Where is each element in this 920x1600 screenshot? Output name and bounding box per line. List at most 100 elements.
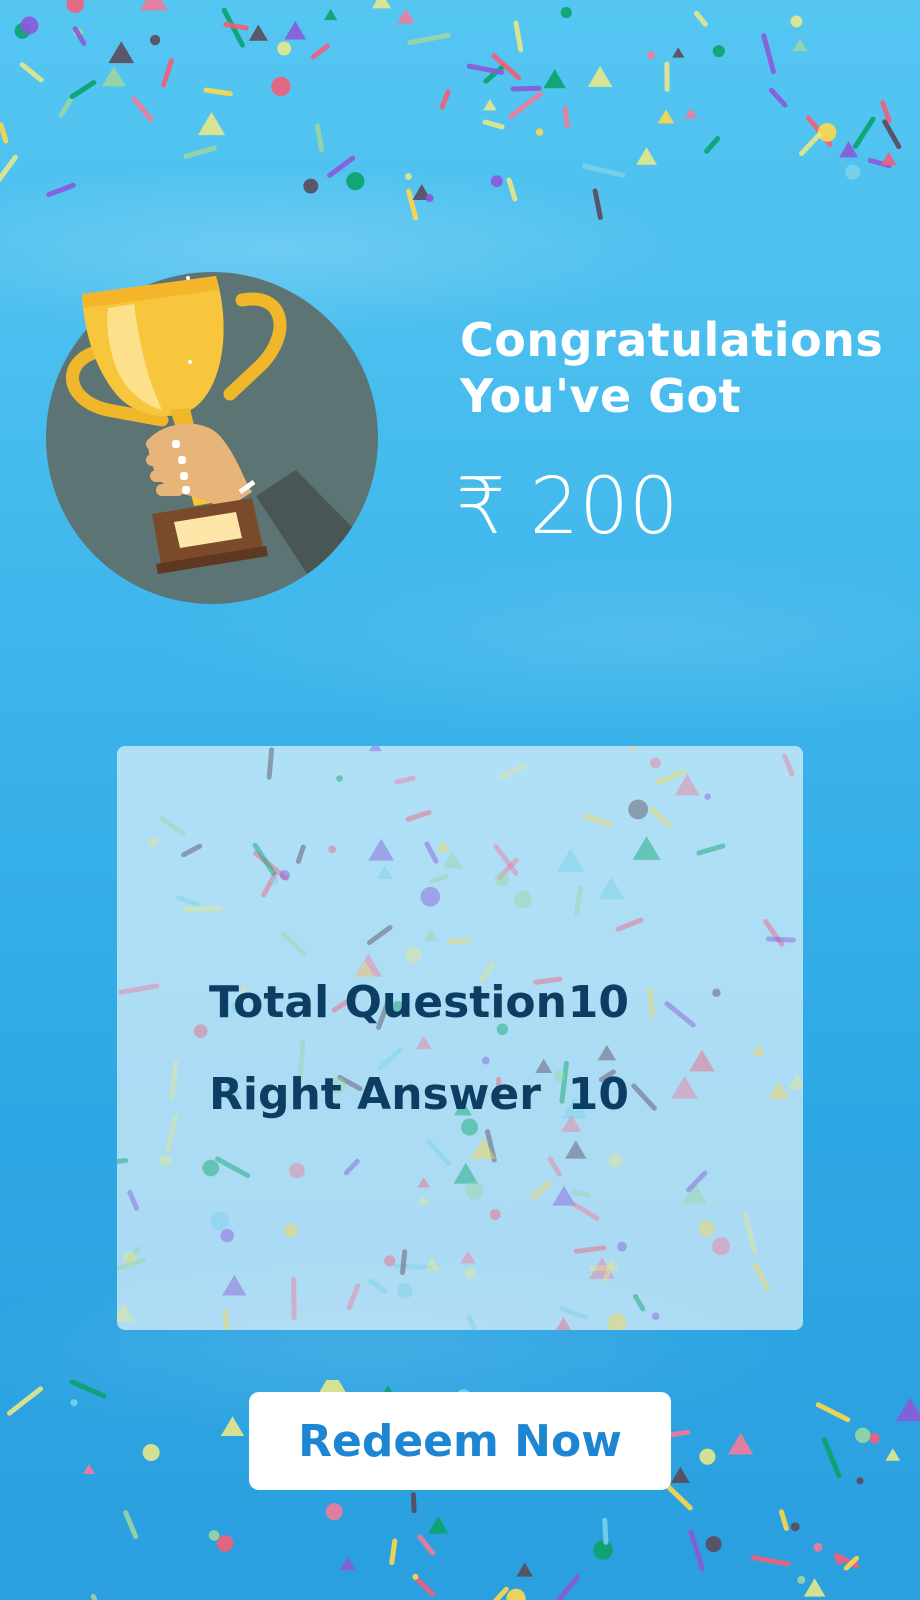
trophy-icon	[44, 270, 380, 606]
confetti-piece	[102, 66, 126, 87]
confetti-piece	[327, 155, 356, 178]
confetti-piece	[698, 1220, 715, 1237]
confetti-piece	[833, 1552, 860, 1569]
confetti-piece	[279, 869, 291, 881]
confetti-piece	[543, 69, 566, 89]
confetti-piece	[203, 87, 233, 97]
confetti-piece	[674, 774, 700, 796]
confetti-piece	[835, 1555, 844, 1565]
confetti-piece	[817, 123, 837, 142]
redeem-now-button[interactable]: Redeem Now	[249, 1392, 671, 1490]
confetti-piece	[289, 1162, 305, 1179]
confetti-piece	[882, 119, 902, 150]
confetti-piece	[46, 182, 76, 198]
confetti-top-decoration	[0, 0, 902, 220]
stat-row-right-answers: Right Answer 10	[209, 1048, 629, 1140]
confetti-piece	[72, 26, 87, 46]
confetti-piece	[384, 1255, 396, 1267]
confetti-piece	[410, 1492, 417, 1514]
confetti-piece	[803, 1578, 826, 1597]
congratulations-title: Congratulations You've Got	[460, 313, 884, 423]
confetti-piece	[165, 1114, 179, 1152]
confetti-piece	[636, 147, 657, 165]
confetti-piece	[799, 131, 822, 156]
confetti-piece	[664, 1001, 696, 1028]
confetti-piece	[252, 842, 276, 876]
confetti-piece	[328, 845, 337, 854]
confetti-piece	[397, 8, 415, 24]
confetti-piece	[508, 91, 543, 119]
confetti-piece	[464, 1267, 476, 1279]
confetti-piece	[428, 1516, 449, 1534]
confetti-piece	[210, 1211, 229, 1230]
confetti-piece	[651, 1312, 660, 1320]
confetti-piece	[416, 1194, 430, 1205]
confetti-piece	[214, 1156, 251, 1179]
confetti-piece	[148, 837, 159, 847]
confetti-piece	[649, 757, 661, 769]
confetti-piece	[193, 1024, 208, 1039]
confetti-piece	[630, 746, 637, 751]
confetti-piece	[790, 15, 803, 28]
confetti-piece	[712, 988, 721, 997]
confetti-piece	[58, 97, 73, 118]
confetti-piece	[66, 0, 85, 14]
confetti-piece	[368, 838, 395, 861]
confetti-piece	[131, 96, 154, 122]
confetti-piece	[400, 1249, 408, 1276]
confetti-piece	[270, 878, 279, 886]
confetti-piece	[765, 936, 796, 943]
stat-label: Total Question	[209, 976, 567, 1028]
confetti-piece	[161, 58, 174, 88]
confetti-piece	[159, 815, 186, 837]
confetti-piece	[428, 874, 450, 884]
confetti-piece	[314, 123, 324, 153]
confetti-piece	[108, 41, 135, 64]
stat-label: Right Answer	[209, 1068, 541, 1120]
confetti-piece	[117, 1257, 147, 1272]
confetti-piece	[787, 1073, 803, 1090]
confetti-piece	[587, 66, 613, 87]
confetti-piece	[491, 53, 522, 81]
confetti-piece	[412, 1573, 419, 1580]
stat-value: 10	[567, 1068, 629, 1120]
confetti-piece	[371, 0, 392, 9]
stats-card: Total Question 10 Right Answer 10	[117, 746, 803, 1330]
confetti-piece	[14, 23, 31, 39]
confetti-piece	[712, 45, 725, 58]
confetti-piece	[221, 7, 245, 48]
confetti-piece	[271, 76, 291, 97]
confetti-piece	[183, 145, 217, 159]
confetti-piece	[494, 872, 510, 887]
confetti-piece	[439, 89, 451, 110]
confetti-piece	[513, 890, 532, 909]
confetti-piece	[712, 1237, 731, 1256]
confetti-piece	[376, 865, 393, 880]
confetti-piece	[406, 188, 419, 220]
confetti-piece	[0, 122, 9, 144]
confetti-piece	[555, 1317, 572, 1330]
confetti-piece	[483, 98, 497, 111]
confetti-piece	[657, 109, 675, 124]
confetti-piece	[366, 924, 393, 946]
confetti-piece	[510, 85, 542, 92]
confetti-piece	[530, 1180, 552, 1200]
confetti-piece	[19, 62, 44, 83]
confetti-piece	[753, 1263, 770, 1292]
confetti-piece	[895, 1397, 920, 1422]
confetti-piece	[555, 1574, 580, 1600]
confetti-piece	[70, 1399, 78, 1407]
confetti-piece	[310, 43, 330, 60]
confetti-piece	[118, 983, 160, 995]
confetti-piece	[123, 1510, 139, 1539]
confetti-piece	[117, 1302, 136, 1323]
confetti-piece	[83, 1463, 96, 1475]
confetti-piece	[631, 1083, 657, 1111]
confetti-piece	[607, 1313, 627, 1330]
confetti-piece	[90, 1593, 98, 1600]
confetti-piece	[647, 987, 655, 1018]
confetti-piece	[159, 1154, 172, 1167]
confetti-piece	[73, 27, 83, 38]
confetti-piece	[346, 172, 365, 191]
confetti-piece	[176, 895, 200, 907]
